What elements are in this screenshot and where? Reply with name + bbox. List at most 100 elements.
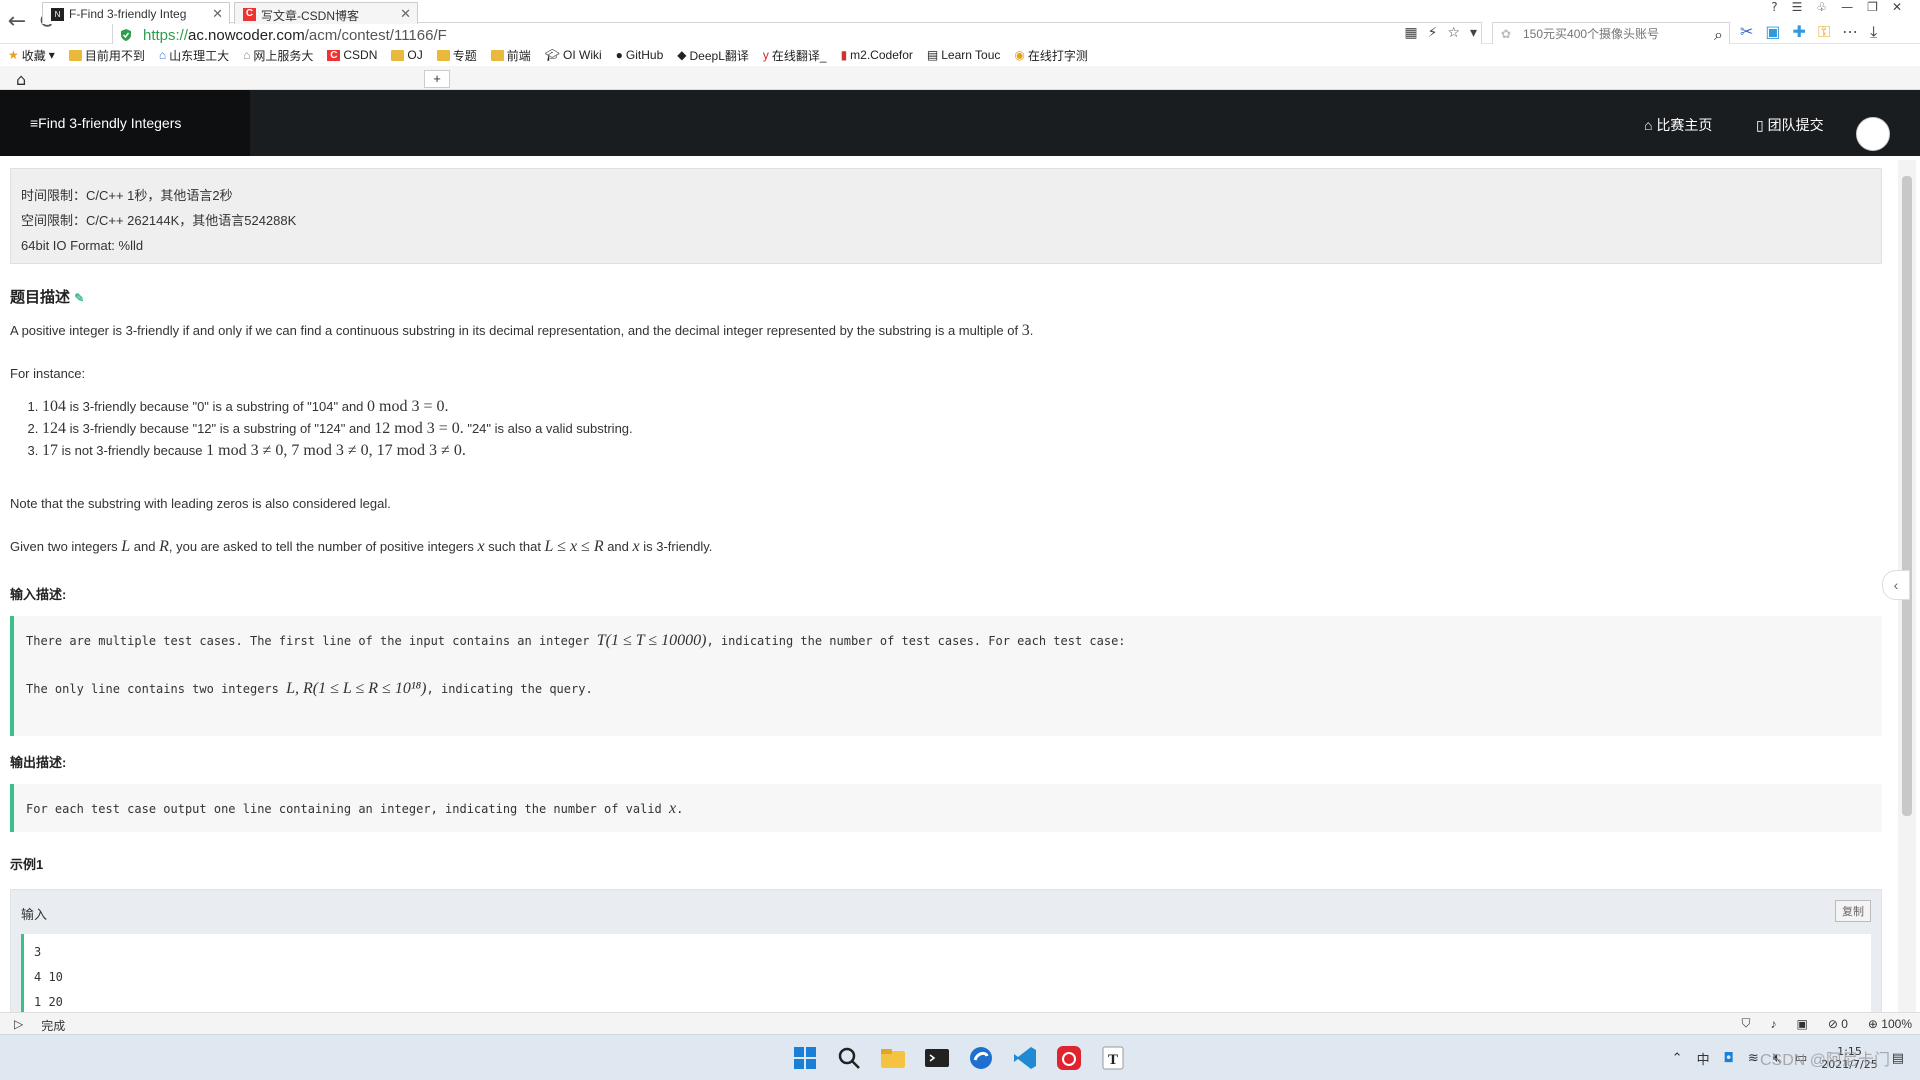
search-input[interactable] (1523, 27, 1693, 41)
translate-icon[interactable]: ▣ (1765, 22, 1780, 42)
bookmark-item[interactable]: C CSDN (327, 48, 377, 62)
folder-icon (436, 49, 450, 61)
taskbar: T ⌃ 中 ◘ ≋ 🔇︎ ▭ 1:15 2021/7/25 ▤ CSDN @阿尼… (0, 1034, 1920, 1080)
typora-icon[interactable]: T (1098, 1043, 1128, 1073)
zoom-level[interactable]: ⊕ 100% (1868, 1017, 1912, 1031)
time-limit: 时间限制：C/C++ 1秒，其他语言2秒 (21, 188, 233, 203)
problem-content: 时间限制：C/C++ 1秒，其他语言2秒 空间限制：C/C++ 262144K，… (0, 156, 1900, 1012)
menu-icon[interactable]: ☰ (1792, 0, 1803, 14)
list-item: 104 is 3-friendly because "0" is a subst… (42, 396, 633, 418)
sidebar-toggle-icon[interactable]: ▷ (14, 1017, 23, 1034)
browser-icon[interactable] (966, 1043, 996, 1073)
given-text: Given two integers L and R, you are aske… (10, 538, 713, 555)
sample-box: 输入 复制 3 4 10 1 20 (10, 889, 1882, 1012)
tab-bar (0, 66, 1920, 90)
search-icon[interactable]: ⌕ (1714, 25, 1723, 45)
notification-icon[interactable]: ▤ (1892, 1051, 1904, 1066)
pin-icon: ✎ (74, 291, 85, 305)
contest-home-link[interactable]: ⌂ 比赛主页 (1644, 115, 1712, 135)
close-tab-icon[interactable]: ✕ (400, 6, 411, 22)
qr-icon[interactable]: ▦ (1404, 25, 1417, 41)
bookmark-item[interactable]: 前端 (490, 47, 531, 64)
music-app-icon[interactable] (1054, 1043, 1084, 1073)
watermark: CSDN @阿尼卡门 (1759, 1052, 1890, 1069)
lightning-icon[interactable]: ⚡ (1428, 25, 1438, 41)
scissors-icon[interactable]: ✂ (1740, 22, 1753, 42)
bookmark-item[interactable]: ▮ m2.Codefor (841, 48, 913, 62)
download-icon[interactable]: ⤓ (1870, 22, 1877, 42)
window-controls: ? ☰ ♧ — ❐ ✕ (1771, 0, 1902, 14)
page-title[interactable]: ≡Find 3-friendly Integers (30, 115, 181, 131)
close-tab-icon[interactable]: ✕ (212, 6, 223, 22)
file-explorer-icon[interactable] (878, 1043, 908, 1073)
youdao-icon: y (762, 48, 769, 62)
help-icon[interactable]: ? (1771, 0, 1777, 14)
home-icon[interactable]: ⌂ (16, 70, 26, 89)
avatar[interactable] (1856, 117, 1890, 151)
space-limit: 空间限制：C/C++ 262144K，其他语言524288K (21, 213, 297, 228)
puzzle-icon[interactable]: ✚ (1793, 22, 1806, 42)
site-header: ≡Find 3-friendly Integers ⌂ 比赛主页 ▯ 团队提交 (0, 90, 1920, 156)
windows-start-icon[interactable] (790, 1043, 820, 1073)
restore-icon[interactable]: ❐ (1867, 0, 1878, 14)
list-icon: ≡ (30, 115, 39, 131)
bookmark-item[interactable]: 专题 (436, 47, 477, 64)
sample-heading: 示例1 (10, 857, 44, 872)
csdn-icon: C (327, 49, 341, 61)
status-text: 完成 (41, 1019, 66, 1033)
school-icon: ⌂ (158, 48, 167, 62)
bookmark-item[interactable]: ◉ 在线打字测 (1014, 47, 1088, 64)
output-heading: 输出描述: (10, 755, 67, 770)
shield-icon[interactable]: ⛉ (1741, 1016, 1750, 1031)
sample-input-label: 输入 (21, 907, 48, 922)
folder-icon (68, 49, 82, 61)
bookmark-item[interactable]: y 在线翻译_ (763, 47, 827, 64)
code-line: 3 (34, 945, 42, 959)
for-instance: For instance: (10, 366, 86, 381)
close-window-icon[interactable]: ✕ (1892, 0, 1902, 14)
sample-input-code: 3 4 10 1 20 (21, 934, 1871, 1012)
tab-problem[interactable]: N F-Find 3-friendly Integ ✕ (42, 2, 230, 24)
app-tray-icon[interactable]: ◘ (1724, 1051, 1734, 1066)
github-icon: ● (615, 48, 623, 62)
home-icon: ⌂ (243, 48, 251, 62)
more-icon[interactable]: ⋯ (1842, 22, 1858, 42)
search-icon[interactable] (834, 1043, 864, 1073)
minimize-icon[interactable]: — (1841, 0, 1853, 14)
csdn-icon: C (243, 8, 256, 21)
bookmark-item[interactable]: ⌂ 网上服务大 (243, 47, 313, 64)
chevron-up-icon[interactable]: ⌃ (1672, 1051, 1683, 1066)
camera-icon[interactable]: ▣ (1796, 1017, 1807, 1031)
bookmark-item[interactable]: ⌂ 山东理工大 (159, 47, 229, 64)
key-icon[interactable]: ⚿ (1818, 22, 1830, 42)
team-submit-link[interactable]: ▯ 团队提交 (1756, 115, 1824, 135)
block-count[interactable]: ⊘ 0 (1828, 1017, 1848, 1031)
scrollbar-thumb[interactable] (1902, 176, 1912, 816)
bookmark-item[interactable]: 🎓︎ OI Wiki (545, 48, 602, 62)
input-heading: 输入描述: (10, 587, 67, 602)
wifi-icon[interactable]: ≋ (1748, 1051, 1759, 1066)
vscode-icon[interactable] (1010, 1043, 1040, 1073)
dropdown-icon[interactable]: ▾ (1470, 25, 1477, 41)
bookmark-item[interactable]: OJ (391, 48, 423, 62)
list-item: 17 is not 3-friendly because 1 mod 3 ≠ 0… (42, 440, 633, 462)
bookmark-item[interactable]: ◆ DeepL翻译 (677, 47, 749, 64)
bookmark-item[interactable]: ▤ Learn Touc (927, 48, 1001, 62)
bookmark-item[interactable]: ● GitHub (616, 48, 664, 62)
star-icon[interactable]: ☆ (1447, 25, 1460, 41)
bookmark-favorites[interactable]: ★ 收藏 ▾ (8, 47, 55, 64)
new-tab-button[interactable]: + (424, 70, 450, 88)
speaker-icon[interactable]: ♪ (1770, 1017, 1776, 1031)
side-panel-toggle[interactable]: ‹ (1882, 570, 1910, 600)
back-icon[interactable]: ← (6, 11, 28, 33)
skin-icon[interactable]: ♧ (1816, 0, 1827, 14)
bookmark-item[interactable]: 目前用不到 (68, 47, 145, 64)
ime-icon[interactable]: 中 (1697, 1049, 1710, 1068)
typing-icon: ◉ (1014, 48, 1025, 62)
tab-csdn[interactable]: C 写文章-CSDN博客 ✕ (234, 2, 418, 24)
url-text: https://ac.nowcoder.com/acm/contest/1116… (143, 27, 447, 44)
nowcoder-icon: N (51, 8, 64, 21)
copy-button[interactable]: 复制 (1835, 900, 1871, 922)
code-line: 4 10 (34, 970, 63, 984)
terminal-icon[interactable] (922, 1043, 952, 1073)
